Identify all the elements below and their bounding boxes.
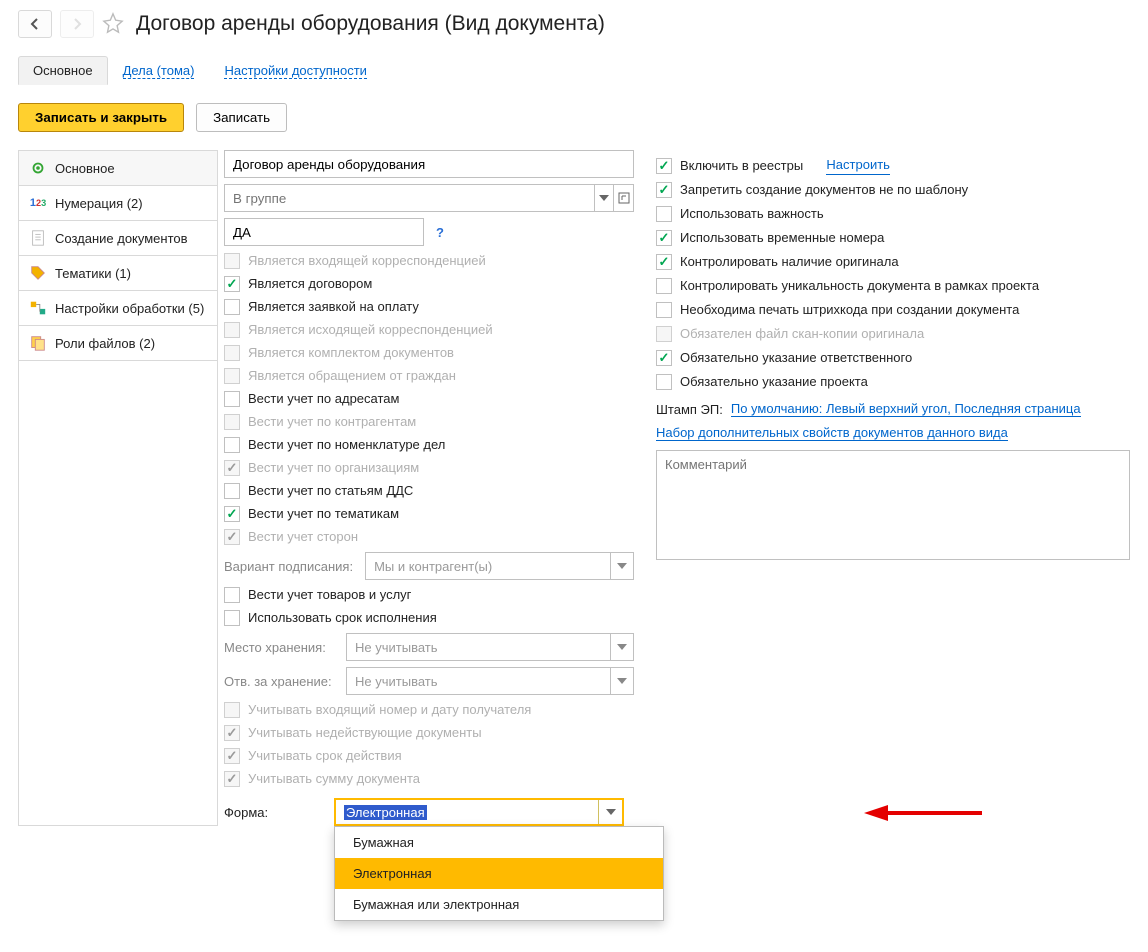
tab-main[interactable]: Основное [18, 56, 108, 85]
document-icon [29, 229, 47, 247]
chk-project-required[interactable]: Обязательно указание проекта [656, 373, 1130, 391]
annotation-arrow-icon [864, 801, 984, 828]
storage-label: Место хранения: [224, 640, 334, 655]
sidebar-item-topics[interactable]: Тематики (1) [19, 256, 217, 291]
chk-use-importance[interactable]: Использовать важность [656, 205, 1130, 223]
stamp-label: Штамп ЭП: [656, 402, 723, 417]
extra-props-link[interactable]: Набор дополнительных свойств документов … [656, 425, 1008, 441]
sidebar-item-doccreate[interactable]: Создание документов [19, 221, 217, 256]
form-select-caret[interactable] [598, 800, 622, 824]
chk-counterparties: Вести учет по контрагентам [224, 413, 634, 431]
sidebar-item-label: Тематики (1) [55, 266, 131, 281]
chk-resp-required[interactable]: Обязательно указание ответственного [656, 349, 1130, 367]
chk-goods[interactable]: Вести учет товаров и услуг [224, 586, 634, 604]
form-select[interactable]: Электронная [334, 798, 624, 826]
form-option-paper[interactable]: Бумажная [335, 827, 663, 858]
sidebar-item-processing[interactable]: Настройки обработки (5) [19, 291, 217, 326]
chk-parties: Вести учет сторон [224, 528, 634, 546]
chk-payment[interactable]: Является заявкой на оплату [224, 298, 634, 316]
storage-select-caret[interactable] [610, 633, 634, 661]
favorite-star-icon[interactable] [102, 12, 124, 37]
flow-icon [29, 299, 47, 317]
sidebar-item-main[interactable]: Основное [19, 151, 217, 186]
signing-select-caret[interactable] [610, 552, 634, 580]
gear-icon [29, 159, 47, 177]
chk-control-original[interactable]: Контролировать наличие оригинала [656, 253, 1130, 271]
chk-inc-number: Учитывать входящий номер и дату получате… [224, 701, 634, 719]
help-icon[interactable]: ? [430, 225, 444, 240]
code-input[interactable] [224, 218, 424, 246]
chk-control-unique[interactable]: Контролировать уникальность документа в … [656, 277, 1130, 295]
sidebar-item-label: Создание документов [55, 231, 188, 246]
form-option-electronic[interactable]: Электронная [335, 858, 663, 889]
sidebar-item-fileroles[interactable]: Роли файлов (2) [19, 326, 217, 361]
chk-dds[interactable]: Вести учет по статьям ДДС [224, 482, 634, 500]
arrow-right-icon [70, 17, 84, 31]
sidebar-item-label: Роли файлов (2) [55, 336, 155, 351]
name-input[interactable] [224, 150, 634, 178]
sidebar-item-label: Основное [55, 161, 115, 176]
nav-forward-button [60, 10, 94, 38]
chk-forbid-no-template[interactable]: Запретить создание документов не по шабл… [656, 181, 1130, 199]
chk-validity: Учитывать срок действия [224, 747, 634, 765]
sidebar-item-label: Настройки обработки (5) [55, 301, 204, 316]
comment-textarea[interactable] [656, 450, 1130, 560]
form-select-value: Электронная [344, 805, 427, 820]
tag-icon [29, 264, 47, 282]
chk-addressees[interactable]: Вести учет по адресатам [224, 390, 634, 408]
nav-back-button[interactable] [18, 10, 52, 38]
sidebar-item-numbering[interactable]: 123 Нумерация (2) [19, 186, 217, 221]
chk-appeal: Является обращением от граждан [224, 367, 634, 385]
stamp-link[interactable]: По умолчанию: Левый верхний угол, Послед… [731, 401, 1081, 417]
resp-storage-select-value[interactable]: Не учитывать [346, 667, 610, 695]
resp-storage-select-caret[interactable] [610, 667, 634, 695]
files-icon [29, 334, 47, 352]
configure-link[interactable]: Настроить [826, 156, 890, 175]
signing-select-value[interactable]: Мы и контрагент(ы) [365, 552, 610, 580]
numbers-icon: 123 [29, 194, 47, 212]
tab-access[interactable]: Настройки доступности [209, 56, 381, 85]
chk-use-temp-numbers[interactable]: Использовать временные номера [656, 229, 1130, 247]
chk-nomenclature[interactable]: Вести учет по номенклатуре дел [224, 436, 634, 454]
chk-incoming: Является входящей корреспонденцией [224, 252, 634, 270]
save-button[interactable]: Записать [196, 103, 287, 132]
storage-select-value[interactable]: Не учитывать [346, 633, 610, 661]
signing-label: Вариант подписания: [224, 559, 353, 574]
chk-outgoing: Является исходящей корреспонденцией [224, 321, 634, 339]
chk-topics[interactable]: Вести учет по тематикам [224, 505, 634, 523]
chk-deadline[interactable]: Использовать срок исполнения [224, 609, 634, 627]
resp-storage-label: Отв. за хранение: [224, 674, 334, 689]
chk-registries[interactable]: Включить в реестры Настроить [656, 156, 1130, 175]
chk-inactive-docs: Учитывать недействующие документы [224, 724, 634, 742]
chk-need-barcode[interactable]: Необходима печать штрихкода при создании… [656, 301, 1130, 319]
arrow-left-icon [28, 17, 42, 31]
chk-amount: Учитывать сумму документа [224, 770, 634, 788]
page-title: Договор аренды оборудования (Вид докумен… [132, 12, 605, 36]
chk-docset: Является комплектом документов [224, 344, 634, 362]
group-input[interactable] [224, 184, 594, 212]
sidebar: Основное 123 Нумерация (2) Создание доку… [18, 150, 218, 826]
tab-cases[interactable]: Дела (тома) [108, 56, 210, 85]
form-label: Форма: [224, 805, 334, 820]
chk-scan-required: Обязателен файл скан-копии оригинала [656, 325, 1130, 343]
sidebar-item-label: Нумерация (2) [55, 196, 143, 211]
group-caret[interactable] [594, 184, 614, 212]
chk-organizations: Вести учет по организациям [224, 459, 634, 477]
form-option-both[interactable]: Бумажная или электронная [335, 889, 663, 920]
group-open[interactable] [614, 184, 634, 212]
chk-contract[interactable]: Является договором [224, 275, 634, 293]
form-dropdown: Бумажная Электронная Бумажная или электр… [334, 826, 664, 921]
save-and-close-button[interactable]: Записать и закрыть [18, 103, 184, 132]
